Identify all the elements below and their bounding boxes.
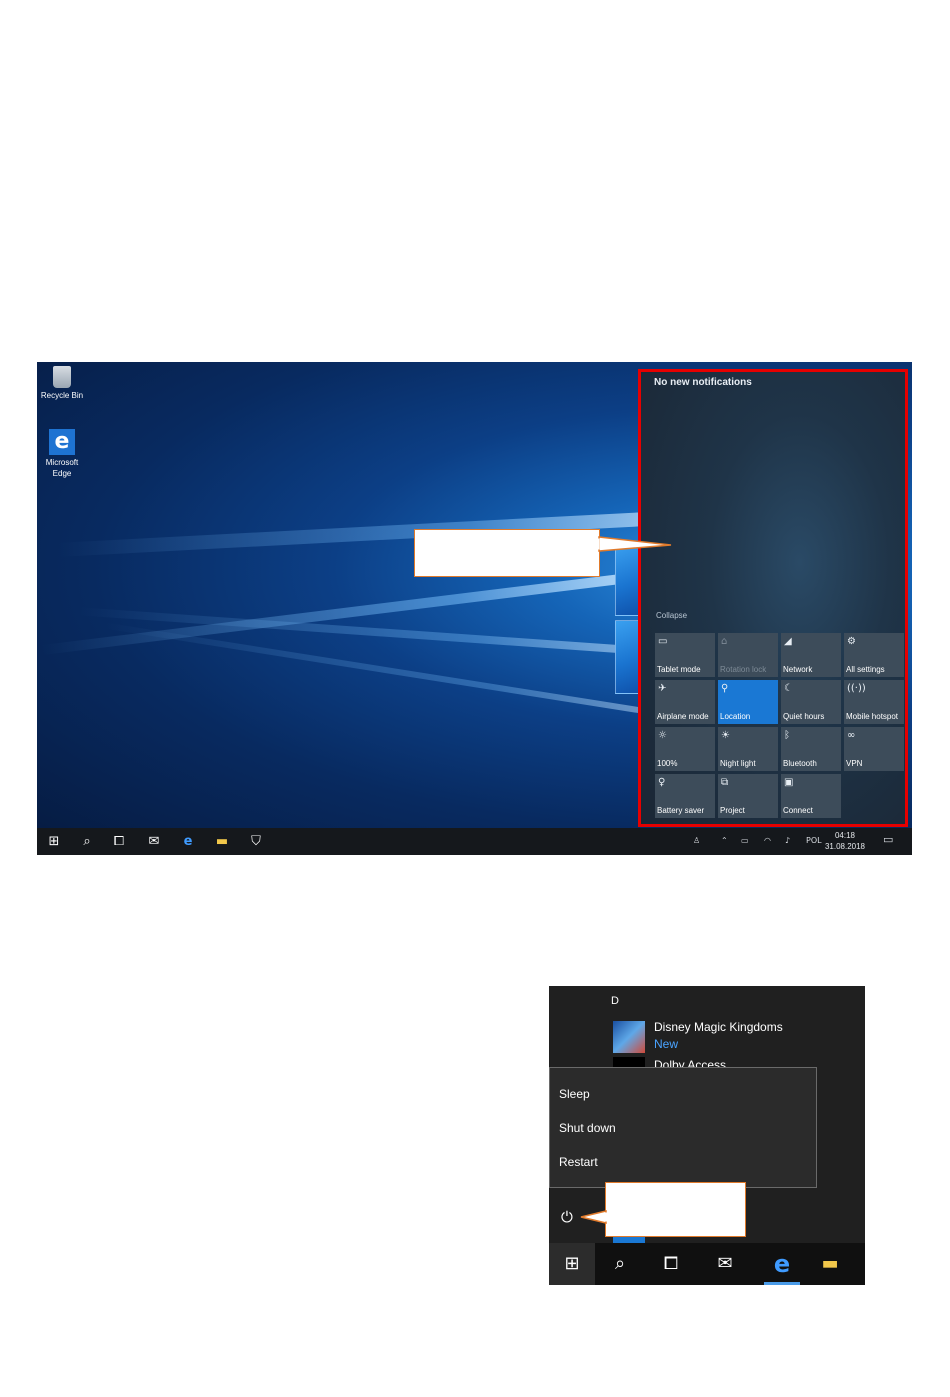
disney-app-icon bbox=[613, 1021, 645, 1053]
callout-pointer bbox=[598, 536, 672, 552]
mail-icon[interactable]: ✉ bbox=[145, 833, 163, 851]
clock-date: 31.08.2018 bbox=[824, 842, 866, 851]
edge-taskbar-icon[interactable]: e bbox=[769, 1252, 795, 1276]
search-icon[interactable]: ⌕ bbox=[607, 1252, 633, 1276]
shut-down-option[interactable]: Shut down bbox=[559, 1121, 616, 1135]
language-indicator[interactable]: POL bbox=[806, 836, 822, 845]
callout-box bbox=[414, 529, 600, 577]
recycle-bin-icon bbox=[53, 366, 71, 388]
edge-label-line1: Microsoft bbox=[45, 458, 79, 467]
file-explorer-icon[interactable]: ▬ bbox=[213, 833, 231, 851]
volume-icon[interactable]: ♪ bbox=[785, 836, 790, 845]
app-new-badge: New bbox=[654, 1037, 679, 1051]
callout-box bbox=[605, 1182, 746, 1237]
people-icon[interactable]: ♙ bbox=[693, 836, 700, 845]
wifi-icon[interactable]: ◠ bbox=[764, 836, 771, 845]
active-app-indicator bbox=[764, 1282, 800, 1285]
power-menu: Sleep Shut down Restart bbox=[549, 1067, 817, 1188]
microsoft-edge-shortcut[interactable]: e Microsoft Edge bbox=[37, 429, 90, 479]
battery-icon[interactable]: ▭ bbox=[741, 836, 749, 845]
wallpaper-beam bbox=[103, 622, 658, 716]
sleep-option[interactable]: Sleep bbox=[559, 1087, 590, 1101]
edge-label-line2: Edge bbox=[52, 469, 72, 478]
power-icon[interactable]: ⏻ bbox=[561, 1208, 579, 1226]
dolby-app-icon bbox=[613, 1057, 645, 1067]
taskbar: ⊞ ⌕ ⧠ ✉ e ▬ ⛉ ♙ ⌃ ▭ ◠ ♪ POL 04:18 31.08.… bbox=[37, 828, 912, 855]
windows-logo-icon: ⊞ bbox=[564, 1253, 580, 1274]
task-view-icon[interactable]: ⧠ bbox=[658, 1252, 684, 1276]
recycle-bin-shortcut[interactable]: Recycle Bin bbox=[37, 366, 90, 401]
start-button[interactable]: ⊞ bbox=[549, 1243, 595, 1285]
start-menu-screenshot: D Disney Magic Kingdoms New Dolby Access… bbox=[549, 986, 865, 1285]
search-icon[interactable]: ⌕ bbox=[78, 833, 96, 851]
recycle-bin-label: Recycle Bin bbox=[40, 391, 84, 400]
edge-taskbar-icon[interactable]: e bbox=[179, 833, 197, 851]
store-icon[interactable]: ⛉ bbox=[247, 833, 265, 851]
action-center-highlight-frame bbox=[638, 369, 908, 827]
task-view-icon[interactable]: ⧠ bbox=[110, 833, 128, 851]
taskbar: ⊞ ⌕ ⧠ ✉ e ▬ bbox=[549, 1243, 865, 1285]
chevron-up-icon[interactable]: ⌃ bbox=[721, 836, 728, 845]
clock[interactable]: 04:18 31.08.2018 bbox=[822, 830, 868, 852]
edge-icon: e bbox=[49, 429, 75, 455]
restart-option[interactable]: Restart bbox=[559, 1155, 598, 1169]
file-explorer-icon[interactable]: ▬ bbox=[817, 1252, 843, 1276]
mail-icon[interactable]: ✉ bbox=[712, 1252, 738, 1276]
section-letter[interactable]: D bbox=[611, 995, 619, 1007]
action-center-icon[interactable]: ▭ bbox=[883, 833, 893, 846]
callout-pointer bbox=[580, 1210, 608, 1224]
clock-time: 04:18 bbox=[834, 831, 856, 840]
start-button[interactable]: ⊞ bbox=[45, 833, 63, 851]
app-name[interactable]: Disney Magic Kingdoms bbox=[654, 1020, 783, 1034]
desktop-screenshot: Recycle Bin e Microsoft Edge No new noti… bbox=[37, 362, 912, 855]
